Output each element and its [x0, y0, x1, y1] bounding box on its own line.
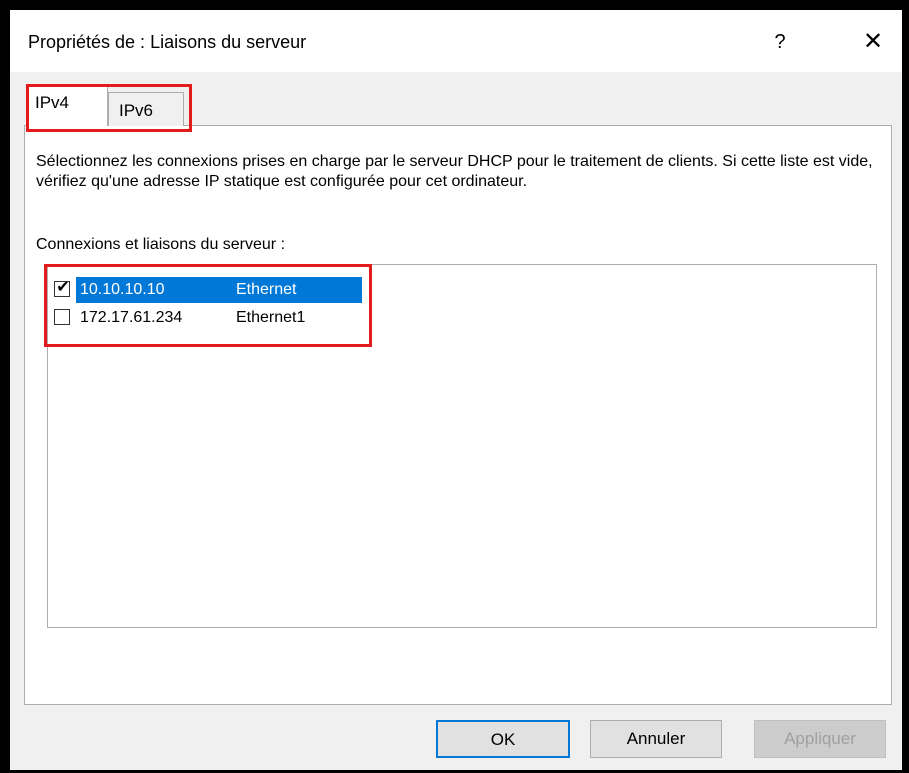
list-item[interactable]: ✔ 10.10.10.10 Ethernet — [54, 277, 874, 303]
tab-ipv4-label: IPv4 — [35, 93, 70, 112]
connection-interface: Ethernet1 — [236, 309, 306, 326]
ok-button[interactable]: OK — [436, 720, 570, 758]
checkmark-icon: ✔ — [56, 279, 70, 296]
tab-ipv4[interactable]: IPv4 — [26, 86, 108, 126]
title-bar: Propriétés de : Liaisons du serveur ? ✕ — [10, 10, 902, 72]
properties-dialog: Propriétés de : Liaisons du serveur ? ✕ … — [10, 10, 902, 770]
list-item[interactable]: 172.17.61.234 Ethernet1 — [54, 305, 874, 331]
connections-listbox[interactable]: ✔ 10.10.10.10 Ethernet 172.17.61.234 Eth… — [47, 264, 877, 628]
help-button[interactable]: ? — [752, 22, 808, 62]
connection-checkbox[interactable]: ✔ — [54, 279, 70, 297]
connection-ip: 10.10.10.10 — [80, 281, 165, 298]
window-title: Propriétés de : Liaisons du serveur — [28, 32, 307, 52]
cancel-button[interactable]: Annuler — [590, 720, 722, 758]
connection-checkbox[interactable] — [54, 309, 70, 325]
tab-ipv6[interactable]: IPv6 — [108, 92, 184, 126]
connection-ip: 172.17.61.234 — [80, 309, 183, 326]
description-text: Sélectionnez les connexions prises en ch… — [36, 153, 873, 190]
connections-list-label: Connexions et liaisons du serveur : — [36, 236, 286, 253]
connection-interface: Ethernet — [236, 281, 297, 298]
tab-ipv6-label: IPv6 — [119, 101, 154, 120]
close-button[interactable]: ✕ — [848, 22, 898, 62]
apply-button[interactable]: Appliquer — [754, 720, 886, 758]
